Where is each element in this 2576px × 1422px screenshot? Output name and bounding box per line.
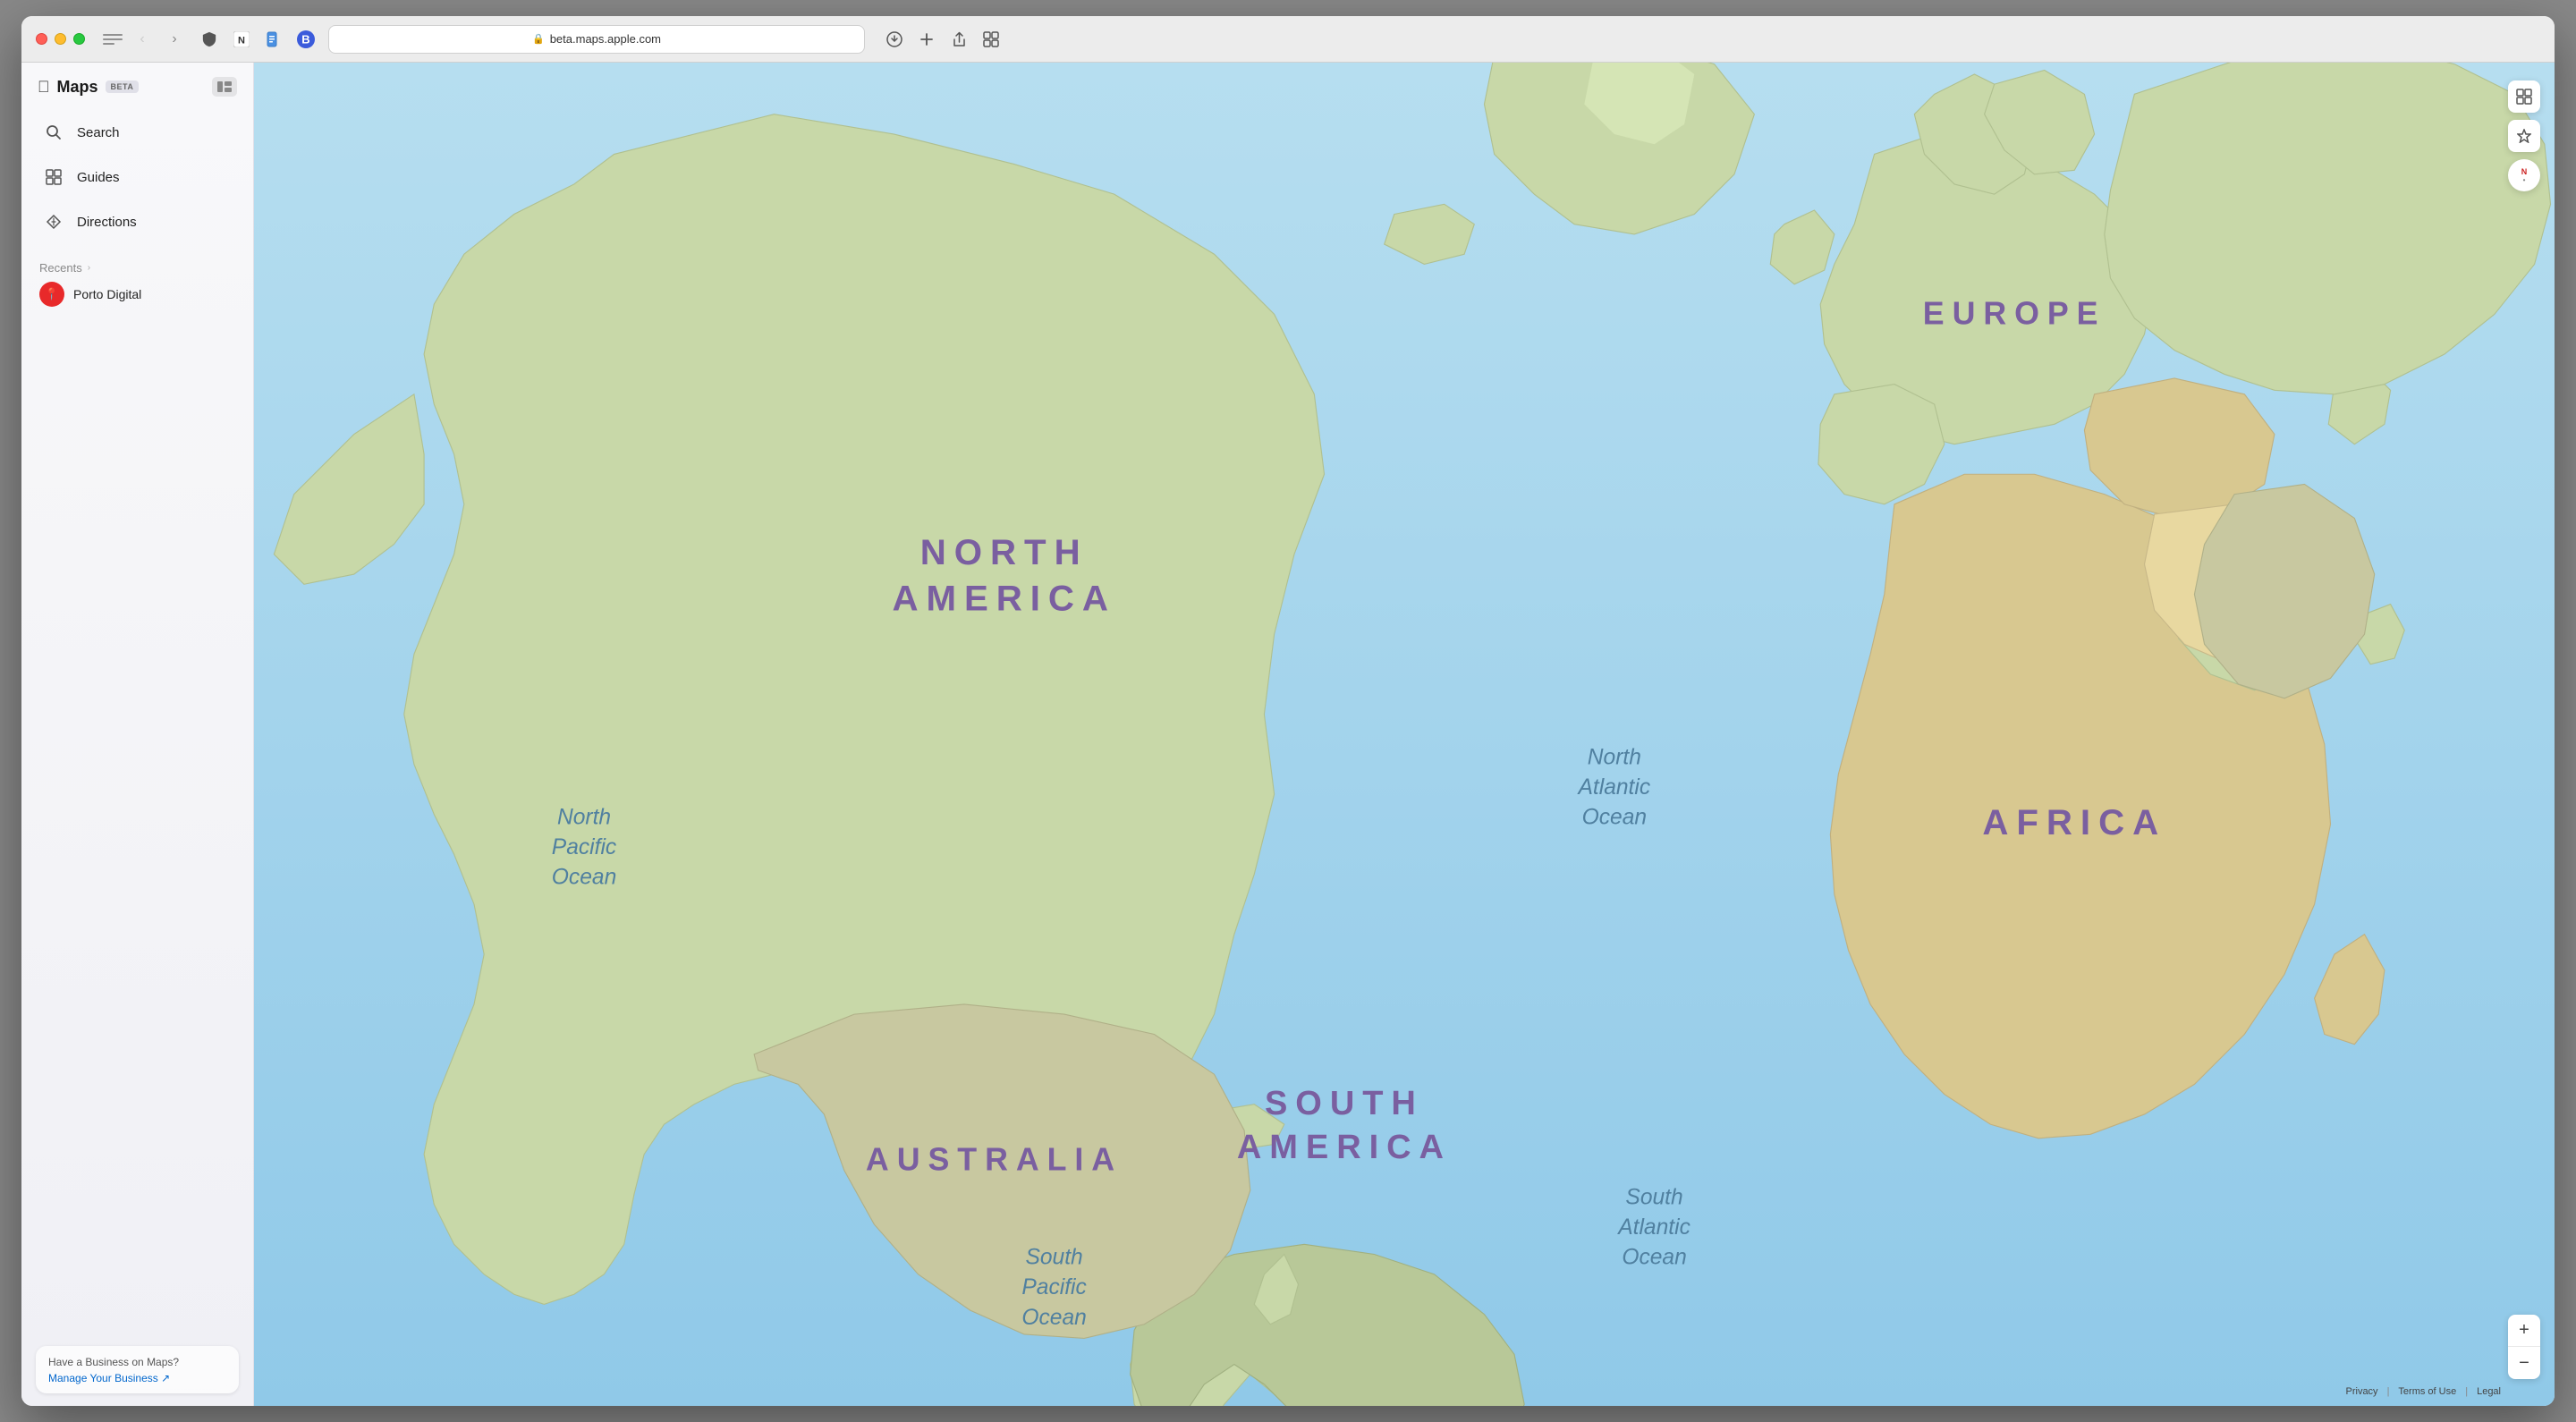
location-button[interactable] — [2508, 120, 2540, 152]
maps-logo:  Maps BETA — [38, 78, 139, 97]
svg-text:B: B — [301, 32, 309, 46]
svg-text:N: N — [238, 35, 245, 46]
pin-icon: 📍 — [45, 287, 59, 301]
browser-content:  Maps BETA — [21, 63, 2555, 1406]
search-icon — [41, 120, 66, 145]
svg-text:North: North — [1588, 746, 1641, 770]
search-nav-item[interactable]: Search — [32, 111, 242, 154]
guides-icon — [41, 165, 66, 190]
traffic-lights — [36, 33, 85, 45]
terms-link[interactable]: Terms of Use — [2398, 1386, 2456, 1397]
file-icon[interactable] — [262, 28, 285, 51]
share-icon[interactable] — [947, 28, 970, 51]
notion-icon[interactable]: N — [230, 28, 253, 51]
browser-window: ‹ › N — [21, 16, 2555, 1406]
sidebar-nav: Search Guides — [21, 104, 253, 250]
search-label: Search — [77, 125, 120, 140]
lock-icon: 🔒 — [532, 33, 545, 45]
directions-icon — [41, 209, 66, 234]
toolbar-icons: N B — [198, 28, 318, 51]
directions-nav-item[interactable]: Directions — [32, 200, 242, 243]
svg-text:AMERICA: AMERICA — [1237, 1129, 1452, 1166]
footer-separator-1: | — [2387, 1386, 2390, 1397]
compass-north-label: N — [2521, 167, 2528, 176]
map-controls: N • — [2508, 80, 2540, 191]
svg-text:NORTH: NORTH — [920, 532, 1089, 572]
svg-text:SOUTH: SOUTH — [1265, 1085, 1424, 1122]
back-button[interactable]: ‹ — [130, 27, 155, 52]
directions-label: Directions — [77, 215, 137, 230]
apple-logo-icon:  — [38, 78, 50, 97]
new-tab-icon[interactable] — [915, 28, 938, 51]
recents-title: Recents — [39, 261, 82, 275]
svg-text:South: South — [1625, 1186, 1682, 1210]
svg-text:AFRICA: AFRICA — [1982, 802, 2166, 842]
recent-item-label: Porto Digital — [73, 287, 141, 301]
svg-text:AUSTRALIA: AUSTRALIA — [866, 1142, 1123, 1178]
manage-business-link[interactable]: Manage Your Business ↗ — [48, 1372, 226, 1384]
business-card-text: Have a Business on Maps? — [48, 1355, 226, 1370]
guides-label: Guides — [77, 170, 120, 185]
zoom-out-button[interactable]: − — [2508, 1347, 2540, 1379]
beta-badge: BETA — [106, 80, 140, 93]
svg-text:Ocean: Ocean — [1622, 1246, 1686, 1270]
sidebar-toggle-button[interactable] — [103, 31, 123, 47]
compass-south-label: • — [2523, 176, 2526, 184]
close-button[interactable] — [36, 33, 47, 45]
shield-icon[interactable] — [198, 28, 221, 51]
recent-pin-icon: 📍 — [39, 282, 64, 307]
world-map-svg: NORTH AMERICA SOUTH AMERICA EUROPE AFRIC… — [254, 63, 2555, 1406]
guides-nav-item[interactable]: Guides — [32, 156, 242, 199]
maps-title: Maps — [57, 78, 98, 97]
footer-separator-2: | — [2465, 1386, 2468, 1397]
maximize-button[interactable] — [73, 33, 85, 45]
compass-button[interactable]: N • — [2508, 159, 2540, 191]
map-type-button[interactable] — [2508, 80, 2540, 113]
svg-text:Ocean: Ocean — [1582, 806, 1647, 830]
recent-item-porto-digital[interactable]: 📍 Porto Digital — [39, 275, 235, 314]
svg-text:Ocean: Ocean — [552, 866, 616, 890]
business-card: Have a Business on Maps? Manage Your Bus… — [36, 1346, 239, 1393]
browser-titlebar: ‹ › N — [21, 16, 2555, 63]
b-icon[interactable]: B — [294, 28, 318, 51]
recents-section: Recents › 📍 Porto Digital — [21, 250, 253, 321]
sidebar-footer: Have a Business on Maps? Manage Your Bus… — [21, 1333, 253, 1406]
recents-header[interactable]: Recents › — [39, 261, 235, 275]
svg-text:Pacific: Pacific — [1021, 1275, 1087, 1299]
svg-text:EUROPE: EUROPE — [1923, 296, 2106, 332]
svg-text:Ocean: Ocean — [1021, 1306, 1086, 1330]
svg-text:South: South — [1025, 1246, 1082, 1270]
zoom-controls: + − — [2508, 1315, 2540, 1379]
address-bar[interactable]: 🔒 beta.maps.apple.com — [328, 25, 865, 54]
download-icon[interactable] — [883, 28, 906, 51]
svg-text:Atlantic: Atlantic — [1577, 775, 1651, 800]
map-footer: Privacy | Terms of Use | Legal — [2346, 1386, 2502, 1397]
map-area[interactable]: NORTH AMERICA SOUTH AMERICA EUROPE AFRIC… — [254, 63, 2555, 1406]
svg-text:North: North — [557, 806, 611, 830]
forward-button[interactable]: › — [162, 27, 187, 52]
url-display: beta.maps.apple.com — [550, 32, 661, 46]
svg-text:AMERICA: AMERICA — [892, 578, 1115, 618]
sidebar-view-toggle-button[interactable] — [212, 77, 237, 97]
legal-link[interactable]: Legal — [2477, 1386, 2501, 1397]
maps-sidebar:  Maps BETA — [21, 63, 254, 1406]
tabs-icon[interactable] — [979, 28, 1003, 51]
browser-controls: ‹ › — [103, 27, 187, 52]
recents-chevron-icon: › — [88, 263, 90, 273]
maps-header:  Maps BETA — [21, 63, 253, 104]
svg-text:Atlantic: Atlantic — [1616, 1215, 1690, 1240]
zoom-in-button[interactable]: + — [2508, 1315, 2540, 1347]
right-toolbar — [883, 28, 1003, 51]
svg-text:Pacific: Pacific — [552, 835, 617, 859]
privacy-link[interactable]: Privacy — [2346, 1386, 2378, 1397]
minimize-button[interactable] — [55, 33, 66, 45]
